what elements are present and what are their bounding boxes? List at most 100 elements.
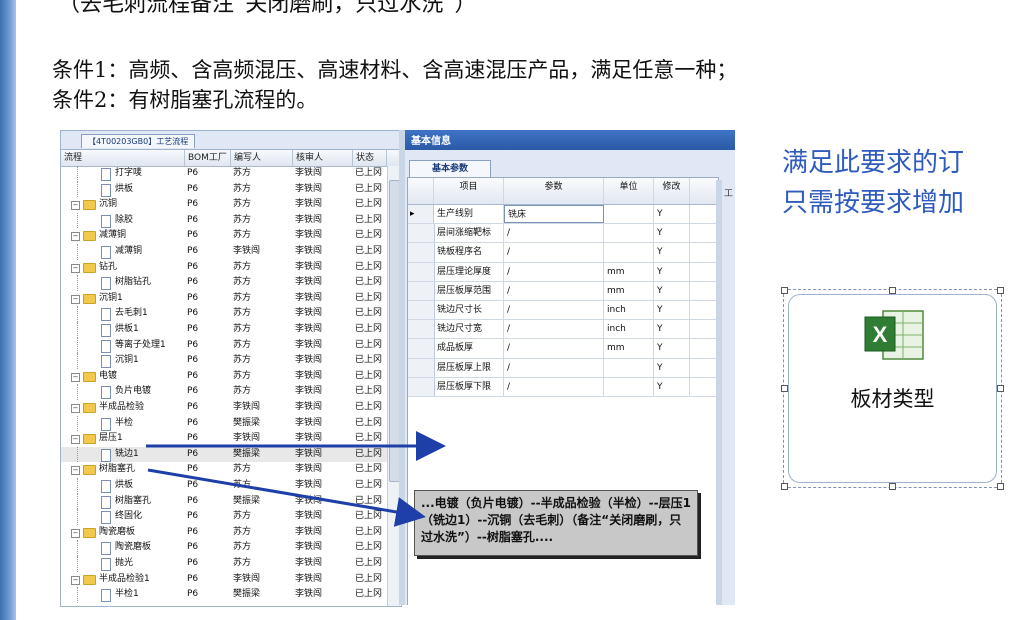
params-row[interactable]: 层压理论厚度 / mm Y (408, 262, 718, 282)
expand-toggle-icon[interactable]: − (71, 575, 80, 585)
row-indicator[interactable] (408, 224, 435, 243)
cell-process-name: 沉铜1 (99, 292, 123, 303)
resize-handle-l[interactable] (781, 385, 788, 392)
expand-toggle-icon[interactable]: − (71, 201, 80, 211)
params-row[interactable]: 铣边尺寸宽 / inch Y (408, 320, 718, 340)
tree-row[interactable]: 烘板 P6 苏方 李铁闯 已上冈 (61, 478, 399, 494)
row-indicator[interactable] (408, 243, 435, 262)
basic-info-tab[interactable]: 基本信息 (407, 134, 455, 150)
tree-row[interactable]: 烘板1 P6 苏方 李铁闯 已上冈 (61, 322, 399, 338)
basic-params-tab[interactable]: 基本参数 (409, 160, 491, 177)
tree-row[interactable]: 铣边1 P6 樊振梁 李铁闯 已上冈 (61, 446, 399, 463)
grid-cell-param[interactable]: / (504, 262, 604, 281)
row-indicator[interactable] (408, 358, 435, 377)
row-indicator[interactable] (408, 320, 435, 339)
resize-handle-br[interactable] (997, 483, 1004, 490)
tree-row[interactable]: 半检1 P6 樊振梁 李铁闯 已上冈 (61, 587, 399, 603)
grid-cell-param[interactable]: / (504, 377, 604, 396)
params-row[interactable]: 层压板厚上限 / Y (408, 358, 718, 378)
tree-row[interactable]: − 减薄铜 P6 苏方 李铁闯 已上冈 (61, 228, 399, 244)
tree-row[interactable]: 半检 P6 樊振梁 李铁闯 已上冈 (61, 415, 399, 432)
expand-toggle-icon[interactable]: − (71, 404, 80, 413)
tree-row[interactable]: 打字唛 P6 苏方 李铁闯 已上冈 (61, 166, 399, 182)
params-row[interactable]: 层间涨缩靶标 / Y (408, 224, 718, 244)
resize-handle-tl[interactable] (781, 287, 788, 294)
resize-handle-bl[interactable] (781, 483, 788, 490)
tree-row[interactable]: − 层压1 P6 李铁闯 李铁闯 已上冈 (61, 431, 399, 447)
grid-cell-param[interactable]: / (504, 224, 604, 243)
embedded-excel-object[interactable]: X 板材类型 (781, 287, 1004, 490)
grid-cell-param[interactable]: / (504, 320, 604, 339)
expand-toggle-icon[interactable]: − (71, 232, 80, 242)
tree-row[interactable]: 负片电镀 P6 苏方 李铁闯 已上冈 (61, 384, 399, 400)
row-indicator[interactable] (408, 300, 435, 320)
row-indicator[interactable]: ▸ (408, 205, 434, 224)
tree-row[interactable]: − 钻孔 P6 苏方 李铁闯 已上冈 (61, 260, 399, 276)
params-row[interactable]: 成品板厚 / mm Y (408, 339, 718, 359)
grid-cell-param[interactable]: / (504, 300, 604, 320)
tree-row[interactable]: 除胶 P6 苏方 李铁闯 已上冈 (61, 212, 399, 229)
tree-row[interactable]: 沉铜1 P6 苏方 李铁闯 已上冈 (61, 353, 399, 369)
cell-status: 已上冈 (355, 324, 383, 334)
tree-row[interactable]: − 半成品检验1 P6 李铁闯 李铁闯 已上冈 (61, 572, 399, 588)
column-header-param[interactable]: 参数 (504, 178, 604, 204)
resize-handle-b[interactable] (889, 483, 896, 490)
column-header-writer[interactable]: 编写人 (231, 150, 293, 166)
cell-writer: 苏方 (233, 261, 252, 272)
tree-row[interactable]: 烘板 P6 苏方 李铁闯 已上冈 (61, 181, 399, 198)
row-indicator[interactable] (408, 281, 435, 300)
params-row[interactable]: ▸ 生产线别 铣床 Y (408, 205, 718, 225)
column-header-edit[interactable]: 修改 (654, 178, 690, 204)
cell-process-name: 负片电镀 (115, 386, 152, 397)
tree-row[interactable]: − 半成品检验 P6 李铁闯 李铁闯 已上冈 (61, 400, 399, 416)
resize-handle-t[interactable] (889, 287, 896, 294)
cell-bom-factory: P6 (187, 480, 199, 490)
resize-handle-r[interactable] (997, 385, 1004, 392)
row-indicator[interactable] (408, 262, 435, 281)
tree-row[interactable]: 抛光 P6 苏方 李铁闯 已上冈 (61, 556, 399, 572)
column-header-item[interactable]: 项目 (434, 178, 504, 204)
tree-row[interactable]: 陶瓷磨板 P6 苏方 李铁闯 已上冈 (61, 540, 399, 556)
row-indicator[interactable] (408, 377, 435, 396)
expand-toggle-icon[interactable]: − (71, 294, 80, 304)
column-header-bom-factory[interactable]: BOM工厂 (185, 150, 231, 166)
tree-row[interactable]: − 电镀 P6 苏方 李铁闯 已上冈 (61, 369, 399, 385)
column-header-reviewer[interactable]: 核审人 (293, 150, 353, 166)
right-splitter[interactable] (716, 180, 722, 605)
grid-cell-param[interactable]: / (504, 281, 604, 300)
tree-row[interactable]: − 沉铜1 P6 苏方 李铁闯 已上冈 (61, 291, 399, 307)
process-flow-tab[interactable]: 【4T00203GB0】工艺流程 (81, 134, 196, 148)
tree-row[interactable]: 等离子处理1 P6 苏方 李铁闯 已上冈 (61, 337, 399, 354)
column-header-process[interactable]: 流程 (61, 150, 185, 166)
expand-toggle-icon[interactable]: − (71, 528, 80, 538)
tree-row[interactable]: 树脂塞孔 P6 樊振梁 李铁闯 已上冈 (61, 493, 399, 510)
cell-bom-factory: P6 (187, 246, 199, 256)
row-indicator[interactable] (408, 339, 435, 358)
expand-toggle-icon[interactable]: − (71, 466, 80, 476)
resize-handle-tr[interactable] (997, 287, 1004, 294)
tree-row[interactable]: − 沉铜 P6 苏方 李铁闯 已上冈 (61, 197, 399, 213)
cell-reviewer: 李铁闯 (295, 261, 323, 272)
grid-cell-param[interactable]: / (504, 339, 604, 358)
params-row[interactable]: 层压板厚范围 / mm Y (408, 281, 718, 301)
expand-toggle-icon[interactable]: − (71, 435, 80, 445)
params-row[interactable]: 铣边尺寸长 / inch Y (408, 300, 718, 321)
expand-toggle-icon[interactable]: − (71, 263, 80, 273)
column-header-unit[interactable]: 单位 (604, 178, 654, 204)
tree-row[interactable]: 去毛刺1 P6 苏方 李铁闯 已上冈 (61, 306, 399, 322)
grid-cell-param[interactable]: / (504, 243, 604, 262)
cell-status: 已上冈 (355, 558, 383, 568)
params-row[interactable]: 层压板厚下限 / Y (408, 377, 718, 397)
column-header-status[interactable]: 状态 (353, 150, 387, 166)
tree-row[interactable]: 树脂钻孔 P6 苏方 李铁闯 已上冈 (61, 275, 399, 291)
tree-row[interactable]: − 树脂塞孔 P6 苏方 李铁闯 已上冈 (61, 462, 399, 478)
grid-cell-param[interactable]: / (504, 358, 604, 377)
grid-cell-param[interactable]: 铣床 (504, 205, 604, 224)
expand-toggle-icon[interactable]: − (71, 372, 80, 382)
cell-status: 已上冈 (355, 308, 383, 319)
tree-row[interactable]: 终固化 P6 苏方 李铁闯 已上冈 (61, 509, 399, 525)
params-row[interactable]: 铣板程序名 / Y (408, 243, 718, 263)
tree-row[interactable]: − 陶瓷磨板 P6 苏方 李铁闯 已上冈 (61, 525, 399, 541)
tree-row[interactable]: 减薄铜 P6 李铁闯 李铁闯 已上冈 (61, 244, 399, 260)
cell-bom-factory: P6 (187, 526, 199, 537)
